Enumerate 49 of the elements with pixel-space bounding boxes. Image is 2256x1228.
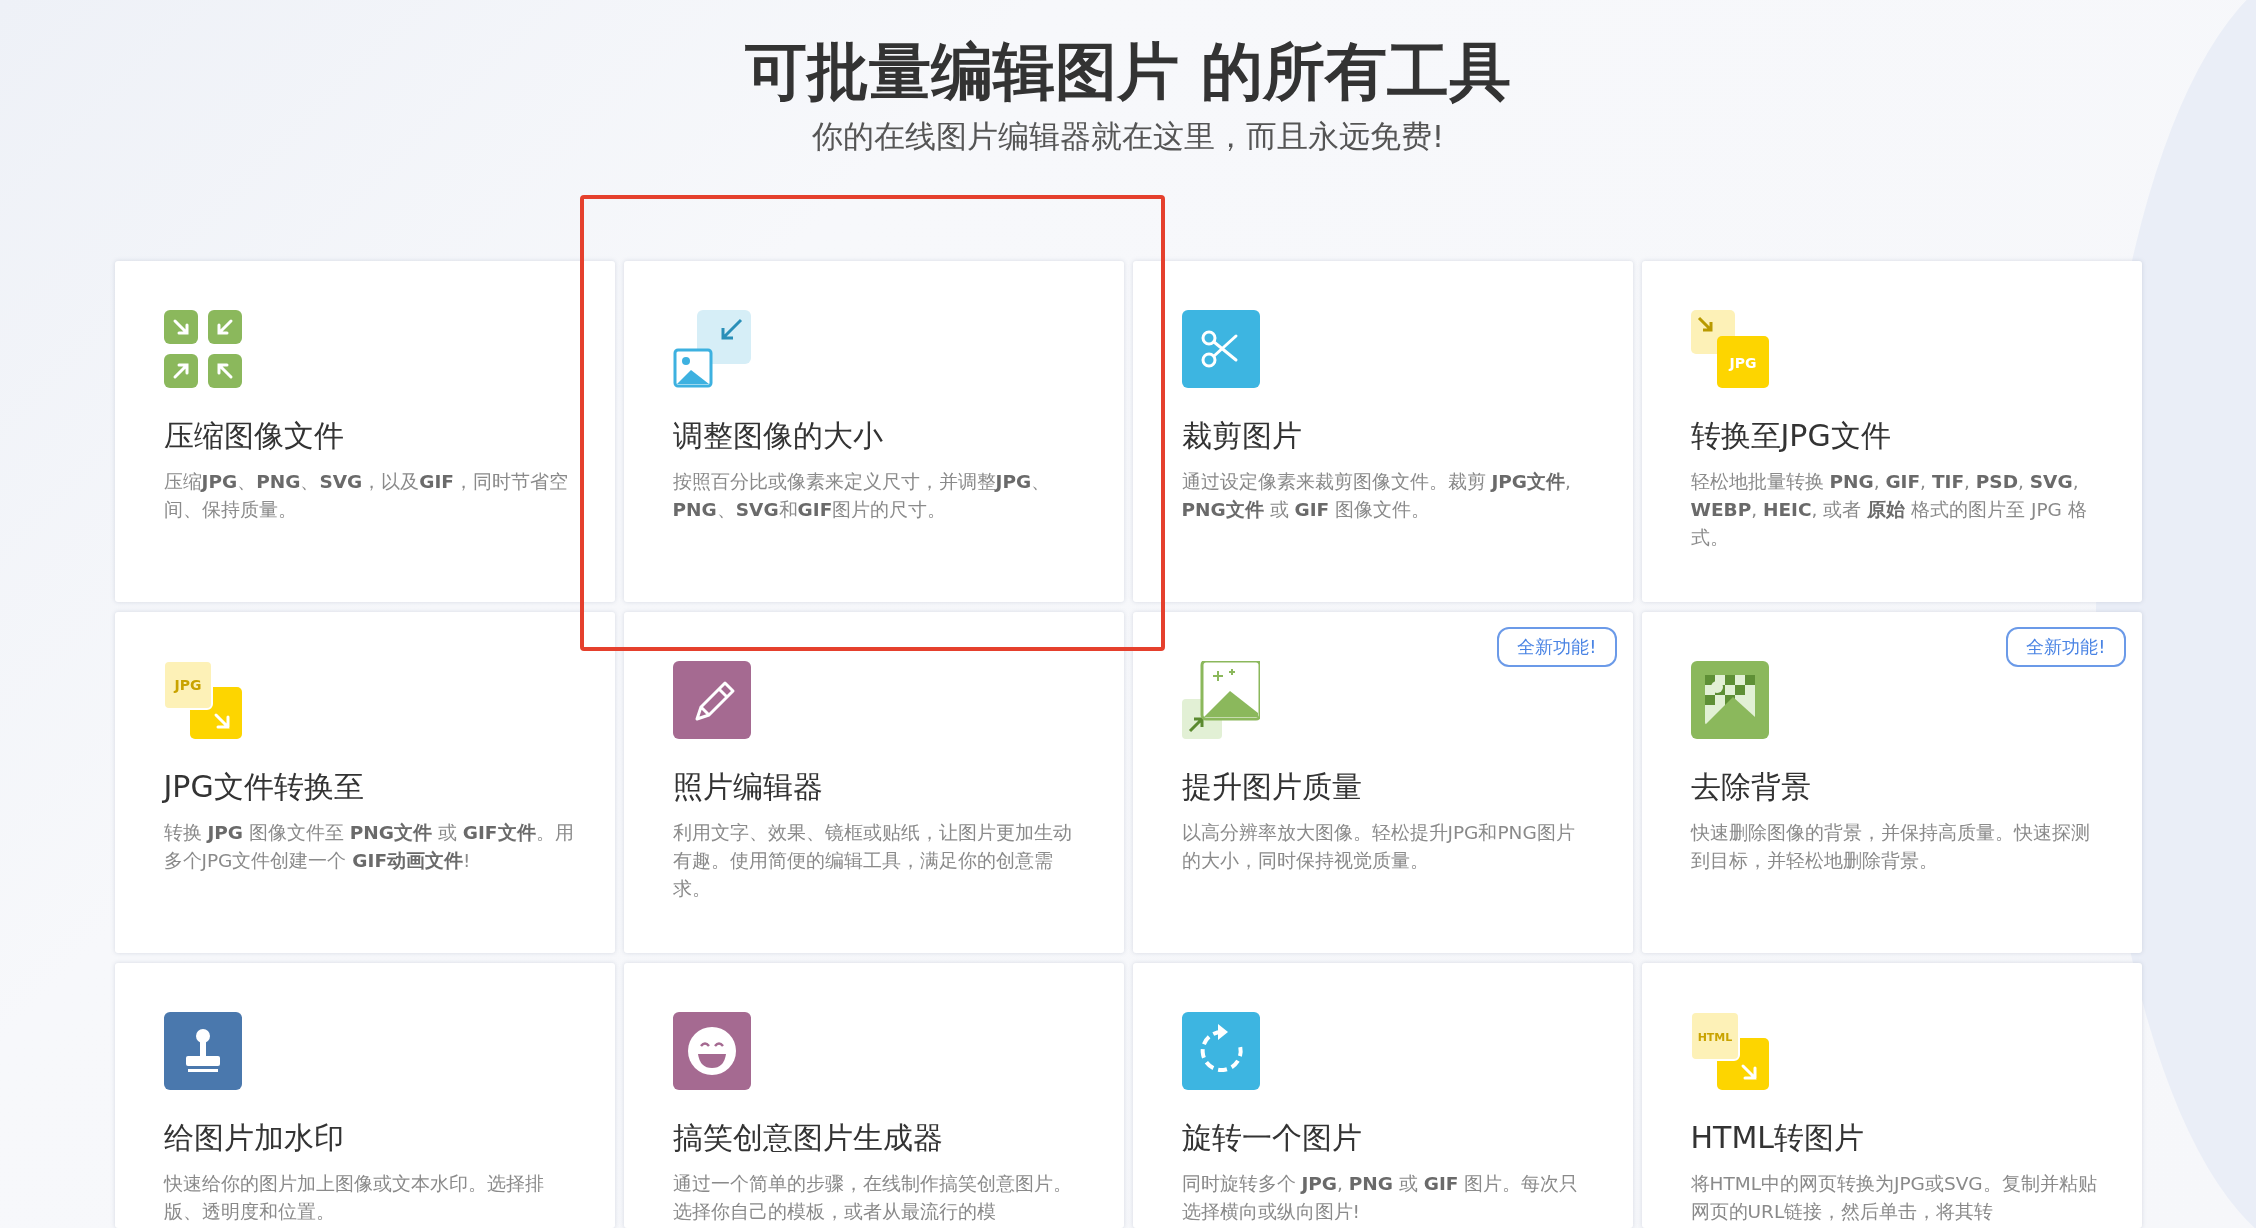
tool-card[interactable]: 搞笑创意图片生成器 通过一个简单的步骤，在线制作搞笑创意图片。选择你自己的模板，或者从最流行的模 [623, 963, 1124, 1228]
tool-title: 调整图像的大小 [672, 417, 884, 455]
tool-title: 转换至JPG文件 [1690, 417, 1892, 455]
tool-description: 以高分辨率放大图像。轻松提升JPG和PNG图片的大小，同时保持视觉质量。 [1181, 821, 1576, 873]
tool-title: 去除背景 [1690, 768, 1812, 806]
tool-card[interactable]: 给图片加水印 快速给你的图片加上图像或文本水印。选择排版、透明度和位置。 [114, 963, 615, 1228]
tool-description: 快速给你的图片加上图像或文本水印。选择排版、透明度和位置。 [163, 1172, 545, 1224]
tool-title: JPG文件转换至 [163, 768, 365, 806]
stamp-icon [163, 1012, 242, 1090]
tool-title: 给图片加水印 [163, 1119, 345, 1157]
tool-description: 轻松地批量转换 PNG, GIF, TIF, PSD, SVG, WEBP, HEIC, 或者 原始 格式的图片至 JPG 格式。 [1690, 470, 2088, 550]
rotate-icon [1181, 1012, 1260, 1090]
tool-card[interactable]: 全新功能! 去除背景 快速删除图像的背景，并保持高质量。快速探测到目标，并轻松地删除背景。 [1641, 612, 2142, 953]
image-resize-icon [672, 310, 751, 388]
tool-card[interactable]: 全新功能! 提升图片质量 以高分辨率放大图像。轻松提升JPG和PNG图片的大小，同时保持视觉质量。 [1132, 612, 1633, 953]
tool-title: 旋转一个图片 [1181, 1119, 1363, 1157]
tool-card[interactable]: 调整图像的大小 按照百分比或像素来定义尺寸，并调整JPG、PNG、SVG和GIF图片的尺寸。 [623, 261, 1124, 602]
tool-description: 转换 JPG 图像文件至 PNG文件 或 GIF文件。用多个JPG文件创建一个 GIF动画文件! [163, 821, 574, 873]
tool-card[interactable]: 旋转一个图片 同时旋转多个 JPG, PNG 或 GIF 图片。每次只选择横向或纵向图片! [1132, 963, 1633, 1228]
page-subtitle: 你的在线图片编辑器就在这里，而且永远免费! [811, 117, 1445, 156]
tool-description: 利用文字、效果、镜框或贴纸，让图片更加生动有趣。使用简便的编辑工具，满足你的创意需求。 [672, 821, 1073, 901]
page-title: 可批量编辑图片 的所有工具 [745, 34, 1511, 110]
new-feature-badge: 全新功能! [2006, 627, 2126, 667]
tool-title: 提升图片质量 [1181, 768, 1363, 806]
tool-description: 按照百分比或像素来定义尺寸，并调整JPG、PNG、SVG和GIF图片的尺寸。 [672, 470, 1052, 522]
tool-title: 搞笑创意图片生成器 [672, 1119, 944, 1157]
tool-title: 压缩图像文件 [163, 417, 345, 455]
tool-card[interactable]: JPG 转换至JPG文件 轻松地批量转换 PNG, GIF, TIF, PSD, SVG, WEBP, HEIC, 或者 原始 格式的图片至 JPG 格式。 [1641, 261, 2142, 602]
tool-card[interactable]: JPG JPG文件转换至 转换 JPG 图像文件至 PNG文件 或 GIF文件。用多个JPG文件创建一个 GIF动画文件! [114, 612, 615, 953]
tool-title: 裁剪图片 [1181, 417, 1303, 455]
tool-card[interactable]: 照片编辑器 利用文字、效果、镜框或贴纸，让图片更加生动有趣。使用简便的编辑工具，满足你的创意需求。 [623, 612, 1124, 953]
tool-description: 快速删除图像的背景，并保持高质量。快速探测到目标，并轻松地删除背景。 [1690, 821, 2091, 873]
tool-card[interactable]: HTML HTML转图片 将HTML中的网页转换为JPG或SVG。复制并粘贴网页的URL链接，然后单击，将其转 [1641, 963, 2142, 1228]
arrows-grid-icon [163, 310, 242, 388]
image-checker-icon [1690, 661, 1769, 739]
pencil-icon [672, 661, 751, 739]
tool-card[interactable]: 压缩图像文件 压缩JPG、PNG、SVG，以及GIF，同时节省空间、保持质量。 [114, 261, 615, 602]
tool-description: 将HTML中的网页转换为JPG或SVG。复制并粘贴网页的URL链接，然后单击，将其转 [1690, 1172, 2098, 1224]
tool-description: 通过一个简单的步骤，在线制作搞笑创意图片。选择你自己的模板，或者从最流行的模 [672, 1172, 1073, 1224]
image-upscale-icon [1181, 661, 1260, 739]
tool-title: 照片编辑器 [672, 768, 824, 806]
tool-description: 同时旋转多个 JPG, PNG 或 GIF 图片。每次只选择横向或纵向图片! [1181, 1172, 1580, 1224]
tool-card[interactable]: 裁剪图片 通过设定像素来裁剪图像文件。裁剪 JPG文件, PNG文件 或 GIF 图像文件。 [1132, 261, 1633, 602]
smiley-icon [672, 1012, 751, 1090]
new-feature-badge: 全新功能! [1497, 627, 1617, 667]
tool-description: 通过设定像素来裁剪图像文件。裁剪 JPG文件, PNG文件 或 GIF 图像文件。 [1181, 470, 1572, 522]
tool-description: 压缩JPG、PNG、SVG，以及GIF，同时节省空间、保持质量。 [163, 470, 569, 522]
tool-title: HTML转图片 [1690, 1119, 1865, 1157]
scissors-icon [1181, 310, 1260, 388]
